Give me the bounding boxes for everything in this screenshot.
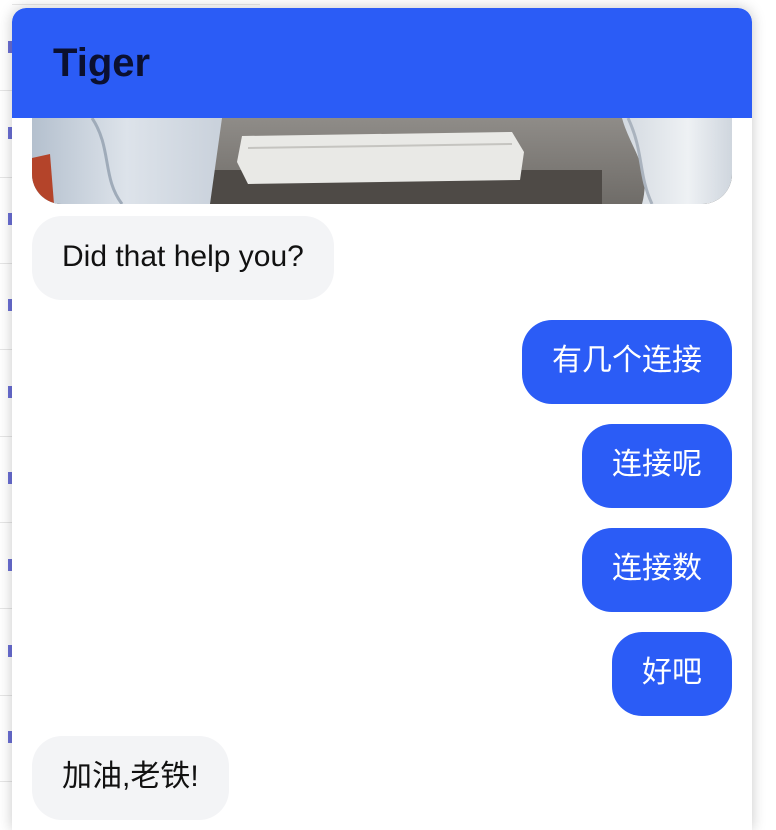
background-divider	[0, 608, 12, 609]
background-divider	[0, 349, 12, 350]
user-message: 好吧	[612, 632, 732, 716]
background-page	[0, 0, 12, 830]
bot-message: Did that help you?	[32, 216, 334, 300]
background-divider	[0, 90, 12, 91]
background-divider	[0, 522, 12, 523]
message-list: Did that help you? 有几个连接 连接呢 连接数 好吧 加油,老…	[12, 8, 752, 830]
user-message: 连接呢	[582, 424, 732, 508]
chat-window: Did that help you? 有几个连接 连接呢 连接数 好吧 加油,老…	[12, 8, 752, 830]
background-divider	[0, 695, 12, 696]
background-divider	[0, 781, 12, 782]
chat-header: Tiger	[12, 8, 752, 118]
background-top-border	[12, 4, 260, 5]
user-message: 有几个连接	[522, 320, 732, 404]
chat-title: Tiger	[53, 41, 151, 85]
background-divider	[0, 177, 12, 178]
user-message: 连接数	[582, 528, 732, 612]
bot-message: 加油,老铁!	[32, 736, 229, 820]
background-divider	[0, 436, 12, 437]
background-divider	[0, 263, 12, 264]
